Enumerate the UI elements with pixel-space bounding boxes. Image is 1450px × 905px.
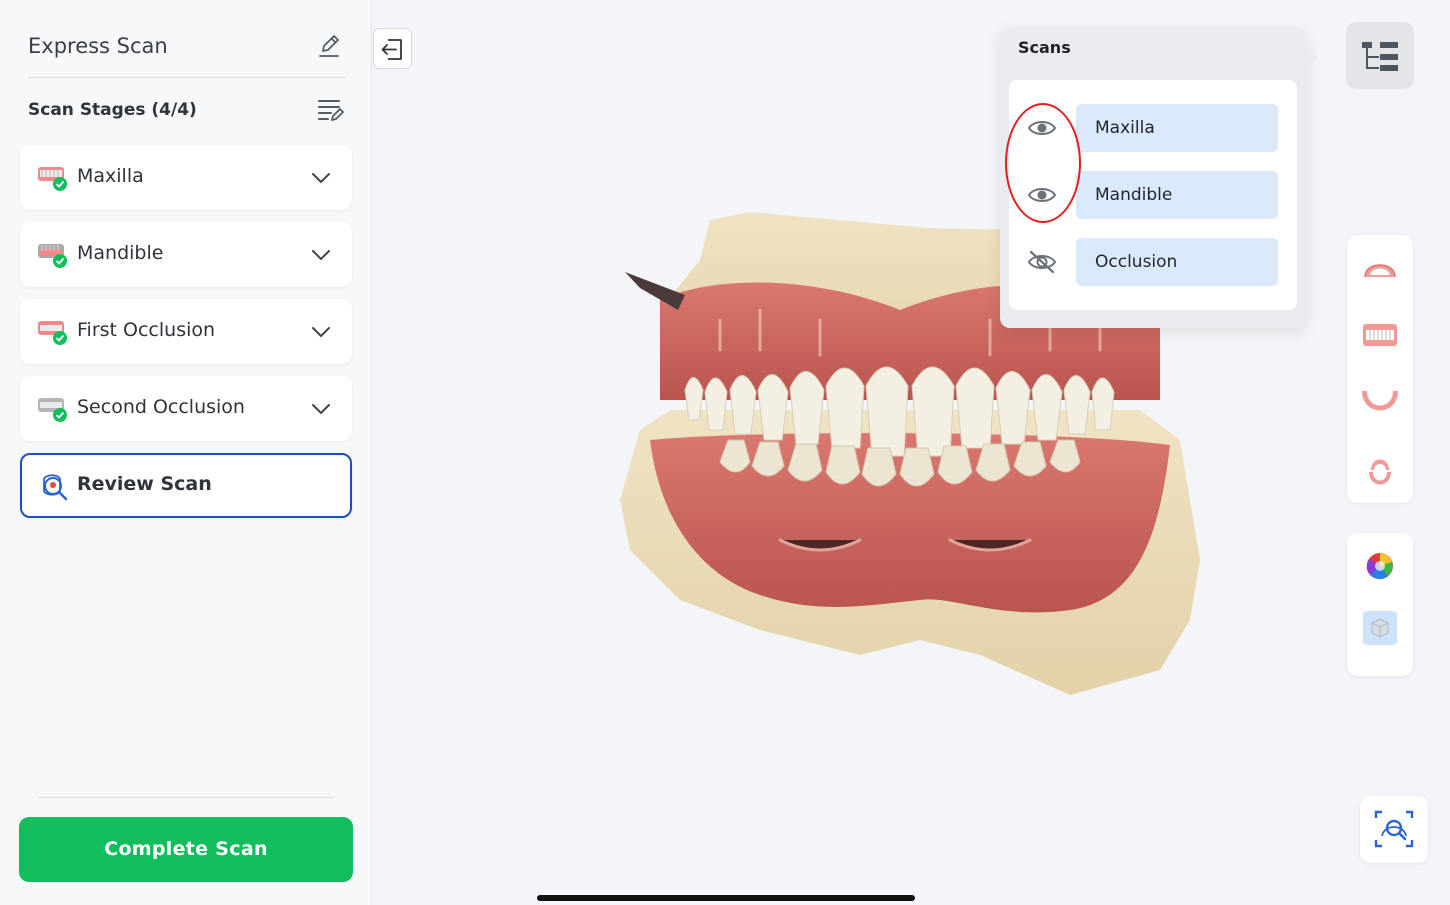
stage-label: Maxilla <box>77 165 144 187</box>
sidebar: Express Scan Scan Stages (4/4) Maxilla M… <box>0 0 372 905</box>
stage-complete-thumbnail-icon <box>37 395 69 423</box>
scan-label: Occlusion <box>1095 252 1178 272</box>
stage-card-first-occlusion[interactable]: First Occlusion <box>20 299 352 364</box>
view-orientation-panel <box>1347 235 1413 503</box>
scan-tree-icon <box>1362 42 1398 71</box>
stage-card-maxilla[interactable]: Maxilla <box>20 145 352 210</box>
maxilla-view-icon[interactable] <box>1359 247 1401 289</box>
scan-toggle-occlusion[interactable]: Occlusion <box>1076 238 1278 286</box>
edit-icon[interactable] <box>316 34 342 60</box>
scan-tree-button[interactable] <box>1346 22 1414 89</box>
stage-label: Mandible <box>77 242 164 264</box>
scan-row-occlusion: Occlusion <box>1009 237 1297 287</box>
stage-label: Review Scan <box>77 473 212 495</box>
sidebar-header: Express Scan <box>28 28 346 78</box>
scan-toggle-mandible[interactable]: Mandible <box>1076 171 1278 219</box>
chevron-down-icon[interactable] <box>310 244 332 266</box>
mandible-view-icon[interactable] <box>1359 381 1401 423</box>
stage-card-second-occlusion[interactable]: Second Occlusion <box>20 376 352 441</box>
workflow-title: Express Scan <box>28 34 168 58</box>
scan-label: Maxilla <box>1095 118 1155 138</box>
divider <box>38 797 334 798</box>
complete-scan-button[interactable]: Complete Scan <box>19 817 353 882</box>
zoom-fit-button[interactable] <box>1360 796 1428 863</box>
collapse-sidebar-button[interactable] <box>373 28 412 69</box>
scan-label: Mandible <box>1095 185 1173 205</box>
front-view-icon[interactable] <box>1359 314 1401 356</box>
occlusal-view-icon[interactable] <box>1359 448 1401 490</box>
chevron-down-icon[interactable] <box>310 321 332 343</box>
scan-toggle-maxilla[interactable]: Maxilla <box>1076 104 1278 152</box>
eye-off-icon[interactable] <box>1027 249 1057 275</box>
mono-texture-icon[interactable] <box>1361 609 1399 647</box>
home-indicator <box>537 895 915 901</box>
texture-panel <box>1347 533 1413 676</box>
stage-complete-thumbnail-icon <box>37 241 69 269</box>
chevron-down-icon[interactable] <box>310 167 332 189</box>
color-texture-icon[interactable] <box>1361 547 1399 585</box>
zoom-fit-icon <box>1374 810 1414 848</box>
exit-arrow-icon <box>381 39 402 60</box>
stage-complete-thumbnail-icon <box>37 318 69 346</box>
chevron-down-icon[interactable] <box>310 398 332 420</box>
stage-list-edit-icon[interactable] <box>316 96 344 124</box>
stage-card-review-scan[interactable]: Review Scan <box>20 453 352 518</box>
popover-arrow <box>1306 46 1318 70</box>
scan-stages-title: Scan Stages (4/4) <box>28 100 197 120</box>
visibility-annotation-ellipse <box>1005 103 1081 223</box>
scan-stages-header: Scan Stages (4/4) <box>28 96 346 128</box>
stage-label: First Occlusion <box>77 319 216 341</box>
scans-popover-title: Scans <box>1018 38 1071 57</box>
stage-complete-thumbnail-icon <box>37 164 69 192</box>
stage-label: Second Occlusion <box>77 396 245 418</box>
review-scan-icon <box>38 471 70 503</box>
stage-card-mandible[interactable]: Mandible <box>20 222 352 287</box>
